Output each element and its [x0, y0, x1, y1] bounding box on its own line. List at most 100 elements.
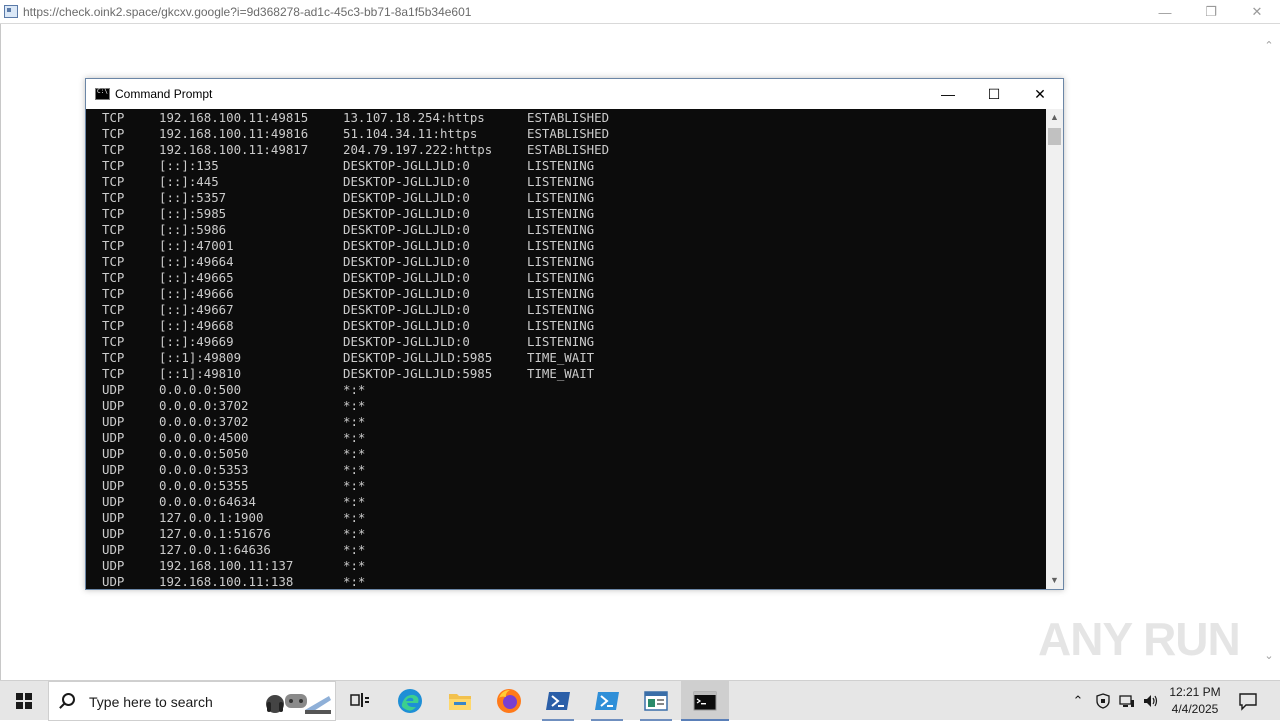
powershell-button[interactable]	[534, 681, 582, 721]
console-line: TCP [::]:49669 DESKTOP-JGLLJLD:0 LISTENING	[86, 334, 1047, 350]
console-proto: UDP	[102, 478, 125, 493]
search-highlight-illustration-icon	[266, 694, 331, 714]
cmd-icon	[95, 88, 110, 100]
console-local-address: 0.0.0.0:64634	[159, 494, 256, 509]
command-prompt-window[interactable]: Command Prompt — ☐ ✕ TCP 192.168.100.11:4…	[85, 78, 1064, 590]
console-local-address: 192.168.100.11:137	[159, 558, 294, 573]
console-state: LISTENING	[527, 334, 595, 349]
console-foreign-address: DESKTOP-JGLLJLD:5985	[343, 350, 493, 365]
edge-button[interactable]	[386, 681, 434, 721]
anyrun-watermark: ANY RUN	[1038, 613, 1241, 665]
console-foreign-address: DESKTOP-JGLLJLD:0	[343, 206, 470, 221]
console-line: TCP 192.168.100.11:49815 13.107.18.254:htt…	[86, 110, 1047, 126]
console-local-address: [::]:5986	[159, 222, 227, 237]
console-foreign-address: *:*	[343, 382, 366, 397]
taskbar-clock[interactable]: 12:21 PM 4/4/2025	[1168, 684, 1222, 718]
cmd-close-button[interactable]: ✕	[1017, 79, 1063, 109]
console-line: UDP 0.0.0.0:3702 *:*	[86, 414, 1047, 430]
console-proto: TCP	[102, 270, 125, 285]
window-app-button[interactable]	[632, 681, 680, 721]
console-proto: TCP	[102, 254, 125, 269]
console-local-address: [::]:445	[159, 174, 219, 189]
console-proto: TCP	[102, 158, 125, 173]
console-line: UDP 0.0.0.0:3702 *:*	[86, 398, 1047, 414]
security-shield-icon[interactable]	[1095, 693, 1111, 709]
network-icon[interactable]	[1119, 693, 1135, 709]
minimize-button[interactable]: —	[1142, 0, 1188, 24]
console-line: TCP [::]:49666 DESKTOP-JGLLJLD:0 LISTENING	[86, 286, 1047, 302]
cmd-titlebar[interactable]: Command Prompt — ☐ ✕	[86, 79, 1063, 109]
cmd-maximize-button[interactable]: ☐	[971, 79, 1017, 109]
file-explorer-button[interactable]	[436, 681, 484, 721]
page-scrollbar[interactable]: ⌃ ⌄	[1259, 24, 1280, 680]
start-button[interactable]	[0, 681, 48, 721]
console-foreign-address: *:*	[343, 430, 366, 445]
console-local-address: 0.0.0.0:500	[159, 382, 242, 397]
command-prompt-button[interactable]	[681, 681, 729, 721]
console-foreign-address: DESKTOP-JGLLJLD:0	[343, 158, 470, 173]
console-proto: TCP	[102, 286, 125, 301]
console-state: TIME_WAIT	[527, 350, 595, 365]
console-state	[527, 574, 727, 589]
console-proto: UDP	[102, 542, 125, 557]
scrollbar-thumb[interactable]	[1048, 128, 1061, 145]
console-state: TIME_WAIT	[527, 366, 595, 381]
close-button[interactable]: ✕	[1234, 0, 1280, 24]
volume-icon[interactable]	[1143, 693, 1159, 709]
console-output[interactable]: TCP 192.168.100.11:49815 13.107.18.254:htt…	[86, 109, 1047, 589]
console-line: UDP 192.168.100.11:138 *:*	[86, 574, 1047, 589]
console-state	[527, 526, 727, 542]
firefox-button[interactable]	[485, 681, 533, 721]
console-proto: TCP	[102, 350, 125, 365]
console-foreign-address: DESKTOP-JGLLJLD:0	[343, 302, 470, 317]
console-foreign-address: *:*	[343, 398, 366, 413]
console-line: UDP 127.0.0.1:64636 *:*	[86, 542, 1047, 558]
console-state: ESTABLISHED	[527, 126, 610, 141]
notification-center-button[interactable]	[1238, 691, 1258, 711]
console-line: TCP [::1]:49810 DESKTOP-JGLLJLD:5985 TIME_W…	[86, 366, 1047, 382]
task-view-button[interactable]	[336, 681, 384, 721]
console-foreign-address: DESKTOP-JGLLJLD:0	[343, 286, 470, 301]
show-hidden-icons-chevron-icon[interactable]: ⌃	[1070, 693, 1086, 709]
console-line: UDP 192.168.100.11:137 *:*	[86, 558, 1047, 574]
console-proto: UDP	[102, 574, 125, 589]
taskbar-search-box[interactable]: Type here to search	[48, 681, 336, 721]
console-foreign-address: *:*	[343, 462, 366, 477]
console-state: ESTABLISHED	[527, 142, 610, 157]
edge-icon	[398, 689, 422, 713]
console-proto: TCP	[102, 174, 125, 189]
console-local-address: 127.0.0.1:51676	[159, 526, 271, 541]
cmd-minimize-button[interactable]: —	[925, 79, 971, 109]
scroll-up-arrow-icon[interactable]: ▲	[1046, 109, 1063, 126]
cmd-scrollbar[interactable]: ▲ ▼	[1046, 109, 1063, 589]
search-icon	[62, 693, 75, 706]
powershell-ise-button[interactable]	[583, 681, 631, 721]
console-proto: TCP	[102, 126, 125, 141]
console-foreign-address: *:*	[343, 574, 366, 589]
outer-window-controls: — ❐ ✕	[1142, 0, 1280, 24]
console-local-address: [::]:135	[159, 158, 219, 173]
powershell-ise-icon	[595, 692, 619, 710]
console-state	[527, 446, 727, 462]
console-state: ESTABLISHED	[527, 110, 610, 125]
scroll-down-arrow-icon[interactable]: ▼	[1046, 572, 1063, 589]
console-line: TCP [::]:5357 DESKTOP-JGLLJLD:0 LISTENING	[86, 190, 1047, 206]
restore-button[interactable]: ❐	[1188, 0, 1234, 24]
console-foreign-address: DESKTOP-JGLLJLD:0	[343, 174, 470, 189]
console-line: TCP 192.168.100.11:49817 204.79.197.222:ht…	[86, 142, 1047, 158]
console-proto: UDP	[102, 398, 125, 413]
console-foreign-address: DESKTOP-JGLLJLD:0	[343, 222, 470, 237]
window-app-icon	[4, 5, 18, 18]
console-foreign-address: DESKTOP-JGLLJLD:0	[343, 254, 470, 269]
console-line: TCP 192.168.100.11:49816 51.104.34.11:http…	[86, 126, 1047, 142]
console-state	[527, 398, 727, 414]
cmd-window-controls: — ☐ ✕	[925, 79, 1063, 109]
console-local-address: [::1]:49810	[159, 366, 242, 381]
console-local-address: [::]:49665	[159, 270, 234, 285]
scroll-down-arrow-icon[interactable]: ⌄	[1263, 650, 1275, 662]
scroll-up-arrow-icon[interactable]: ⌃	[1263, 40, 1275, 52]
console-foreign-address: DESKTOP-JGLLJLD:5985	[343, 366, 493, 381]
console-state: LISTENING	[527, 286, 595, 301]
console-foreign-address: DESKTOP-JGLLJLD:0	[343, 334, 470, 349]
window-app-icon	[644, 691, 668, 711]
